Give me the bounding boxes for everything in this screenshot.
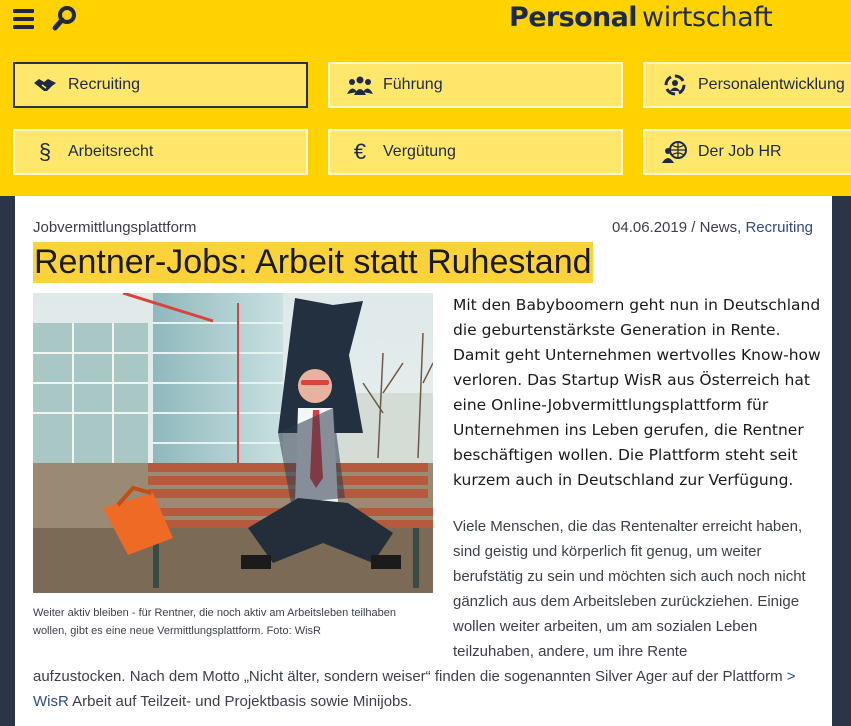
photo-caption: Weiter aktiv bleiben - für Rentner, die … bbox=[33, 607, 396, 637]
nav-personalentwicklung[interactable]: Personalentwicklung bbox=[643, 62, 851, 108]
article-kicker: Jobvermittlungsplattform bbox=[33, 219, 197, 236]
team-icon bbox=[345, 73, 375, 97]
article: Jobvermittlungsplattform 04.06.2019 / Ne… bbox=[15, 196, 832, 726]
nav-arbeitsrecht[interactable]: § Arbeitsrecht bbox=[13, 129, 308, 175]
nav-der-job-hr[interactable]: Der Job HR bbox=[643, 129, 851, 175]
nav-label: Arbeitsrecht bbox=[68, 143, 154, 160]
section-sign-icon: § bbox=[38, 139, 52, 164]
article-category: News bbox=[699, 219, 738, 236]
nav-fuehrung[interactable]: Führung bbox=[328, 62, 623, 108]
article-title: Rentner-Jobs: Arbeit statt Ruhestand bbox=[33, 242, 593, 283]
article-body-paragraph: Viele Menschen, die das Rentenalter erre… bbox=[453, 518, 806, 660]
article-photo bbox=[33, 293, 433, 593]
article-date: 04.06.2019 bbox=[612, 219, 688, 236]
nav-label: Führung bbox=[383, 76, 443, 93]
nav-verguetung[interactable]: € Vergütung bbox=[328, 129, 623, 175]
site-header: Personal wirtschaft Recruiting Führung Pe… bbox=[0, 0, 851, 196]
site-logo[interactable]: Personal wirtschaft bbox=[509, 2, 773, 33]
euro-icon: € bbox=[353, 139, 367, 164]
nav-label: Personalentwicklung bbox=[698, 76, 845, 93]
nav-label: Der Job HR bbox=[698, 143, 782, 160]
article-body-paragraph-continued: aufzustocken. Nach dem Motto „Nicht älte… bbox=[33, 668, 796, 710]
search-icon[interactable] bbox=[52, 5, 78, 31]
nav-label: Vergütung bbox=[383, 143, 456, 160]
nav-recruiting[interactable]: Recruiting bbox=[13, 62, 308, 108]
growth-cycle-icon bbox=[660, 73, 690, 97]
handshake-icon bbox=[30, 73, 60, 97]
people-globe-icon bbox=[660, 140, 690, 164]
hamburger-menu-icon[interactable] bbox=[13, 9, 34, 29]
tag-link-recruiting[interactable]: Recruiting bbox=[745, 219, 813, 236]
nav-label: Recruiting bbox=[68, 76, 141, 93]
article-meta: 04.06.2019 / News, Recruiting bbox=[612, 219, 813, 236]
article-lead: Mit den Babyboomern geht nun in Deutschl… bbox=[453, 296, 821, 489]
